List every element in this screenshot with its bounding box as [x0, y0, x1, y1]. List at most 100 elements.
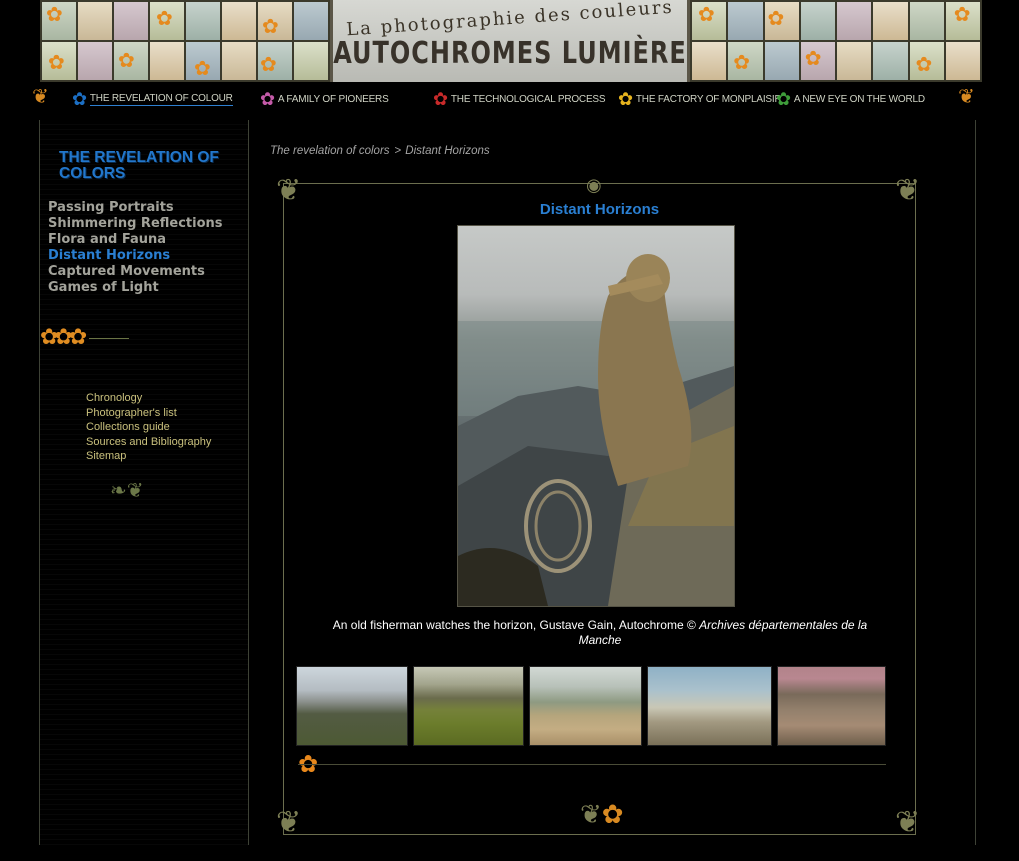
photo-title: Distant Horizons	[539, 201, 660, 218]
glass-tile: ✿	[945, 2, 980, 40]
breadcrumb-separator: >	[394, 145, 402, 157]
sidebar: THE REVELATION OF COLORS Passing Portrai…	[40, 120, 248, 845]
nav-item-new-eye-on-the-world[interactable]: ✿ A NEW EYE ON THE WORLD	[776, 88, 925, 110]
scroll-corner-icon: ❦	[895, 805, 921, 840]
glass-tile	[764, 42, 799, 80]
glass-tile: ✿	[42, 2, 76, 40]
glass-tile: ✿	[800, 42, 835, 80]
fisherman-photo	[458, 254, 734, 606]
blue-flower-icon: ✿	[72, 89, 87, 109]
thumbnail-village[interactable]	[647, 666, 772, 746]
thumbnail-market[interactable]	[777, 666, 886, 746]
flower-icon: ✿	[953, 2, 971, 26]
green-flower-icon: ✿	[776, 89, 791, 109]
flower-icon: ✿	[260, 52, 277, 76]
flower-icon: ✿	[698, 2, 715, 26]
glass-tile	[945, 42, 980, 80]
nav-item-label: THE REVELATION OF COLOUR	[89, 92, 233, 106]
flower-icon: ✿	[194, 56, 211, 80]
flower-icon: ✿	[46, 2, 63, 26]
flower-icon: ✿	[915, 52, 933, 76]
glass-tile	[186, 2, 220, 40]
frame-line-right	[975, 120, 976, 845]
section-menu-item-shimmering-reflections[interactable]: Shimmering Reflections	[48, 216, 223, 232]
flower-icon: ✿	[767, 6, 785, 30]
frame-top-ornament-icon: ◉	[586, 175, 602, 196]
flower-dot-icon: ✿	[601, 800, 624, 830]
glass-tile	[114, 2, 148, 40]
section-title: THE REVELATION OF COLORS	[59, 149, 219, 182]
vine-ornament-icon: ❦	[958, 84, 975, 108]
glass-tile: ✿	[692, 2, 727, 40]
nav-item-label: A FAMILY OF PIONEERS	[277, 93, 389, 105]
breadcrumb: The revelation of colors > Distant Horizon…	[270, 145, 490, 157]
flower-ornament-icon: ✿✿✿	[40, 325, 130, 350]
glass-tile: ✿	[258, 2, 292, 40]
glass-tile: ✿	[764, 2, 799, 40]
main-nav: ❦ ❦ ✿ THE REVELATION OF COLOUR ✿ A FAMIL…	[30, 84, 990, 120]
glass-tile	[692, 42, 727, 80]
section-menu-item-captured-movements[interactable]: Captured Movements	[48, 264, 223, 280]
glass-tile	[728, 2, 763, 40]
section-menu: Passing Portraits Shimmering Reflections…	[48, 200, 223, 296]
flower-icon: ✿	[118, 48, 135, 72]
flower-icon: ✿	[156, 6, 173, 30]
glass-tile	[294, 42, 328, 80]
section-menu-item-games-of-light[interactable]: Games of Light	[48, 280, 223, 296]
frame-line-sidebar	[248, 120, 249, 845]
glass-tile	[800, 2, 835, 40]
glass-tile: ✿	[728, 42, 763, 80]
glass-tile: ✿	[150, 2, 184, 40]
glass-tile	[873, 42, 908, 80]
flower-icon: ✿	[804, 46, 822, 70]
frame-bottom-ornament-icon: ❦✿	[580, 800, 624, 830]
glass-tile	[222, 2, 256, 40]
flower-icon: ✿	[48, 50, 65, 74]
glass-tile	[150, 42, 184, 80]
glass-tile	[78, 42, 112, 80]
glass-tile: ✿	[114, 42, 148, 80]
site-title[interactable]: AUTOCHROMES LUMIÈRE	[333, 36, 687, 71]
red-flower-icon: ✿	[433, 89, 448, 109]
section-menu-item-distant-horizons[interactable]: Distant Horizons	[48, 248, 223, 264]
glass-tile: ✿	[258, 42, 292, 80]
nav-item-family-of-pioneers[interactable]: ✿ A FAMILY OF PIONEERS	[260, 88, 389, 110]
flower-icon: ✿	[733, 50, 751, 74]
thumbnail-dunes[interactable]	[529, 666, 642, 746]
glass-tile	[909, 2, 944, 40]
nav-item-label: A NEW EYE ON THE WORLD	[793, 93, 925, 105]
thumbnail-plain-landscape[interactable]	[296, 666, 408, 746]
nav-item-revelation-of-colour[interactable]: ✿ THE REVELATION OF COLOUR	[72, 88, 233, 110]
glass-tile	[837, 42, 872, 80]
link-photographers-list[interactable]: Photographer's list	[86, 406, 211, 421]
leaf-ornament-icon: ❧❦	[110, 478, 144, 502]
glass-tile	[294, 2, 328, 40]
glass-tile	[873, 2, 908, 40]
nav-item-technological-process[interactable]: ✿ THE TECHNOLOGICAL PROCESS	[433, 88, 606, 110]
glass-tile	[837, 2, 872, 40]
glass-tile	[222, 42, 256, 80]
glass-tile: ✿	[909, 42, 944, 80]
thumbnail-hillside[interactable]	[413, 666, 524, 746]
pink-flower-icon: ✿	[260, 89, 275, 109]
glass-tile: ✿	[186, 42, 220, 80]
link-chronology[interactable]: Chronology	[86, 391, 211, 406]
breadcrumb-current: Distant Horizons	[405, 145, 490, 157]
main-photo[interactable]	[457, 225, 735, 607]
title-plate: La photographie des couleurs AUTOCHROMES…	[330, 0, 690, 82]
stained-glass-right: ✿ ✿ ✿ ✿ ✿ ✿	[690, 0, 982, 82]
site-header: ✿ ✿ ✿ ✿ ✿ ✿ ✿ La photographie des couleu…	[0, 0, 1019, 84]
section-menu-item-passing-portraits[interactable]: Passing Portraits	[48, 200, 223, 216]
section-menu-item-flora-and-fauna[interactable]: Flora and Fauna	[48, 232, 223, 248]
link-sitemap[interactable]: Sitemap	[86, 449, 211, 464]
link-sources-bibliography[interactable]: Sources and Bibliography	[86, 435, 211, 450]
glass-tile: ✿	[42, 42, 76, 80]
caption-text: An old fisherman watches the horizon, Gu…	[332, 618, 700, 632]
vine-ornament-icon: ❦	[32, 84, 49, 108]
breadcrumb-parent-link[interactable]: The revelation of colors	[270, 145, 390, 157]
glass-tile	[78, 2, 112, 40]
nav-item-factory-of-monplaisir[interactable]: ✿ THE FACTORY OF MONPLAISIR	[618, 88, 782, 110]
utility-links: Chronology Photographer's list Collectio…	[86, 391, 211, 464]
link-collections-guide[interactable]: Collections guide	[86, 420, 211, 435]
photo-caption: An old fisherman watches the horizon, Gu…	[320, 618, 880, 648]
